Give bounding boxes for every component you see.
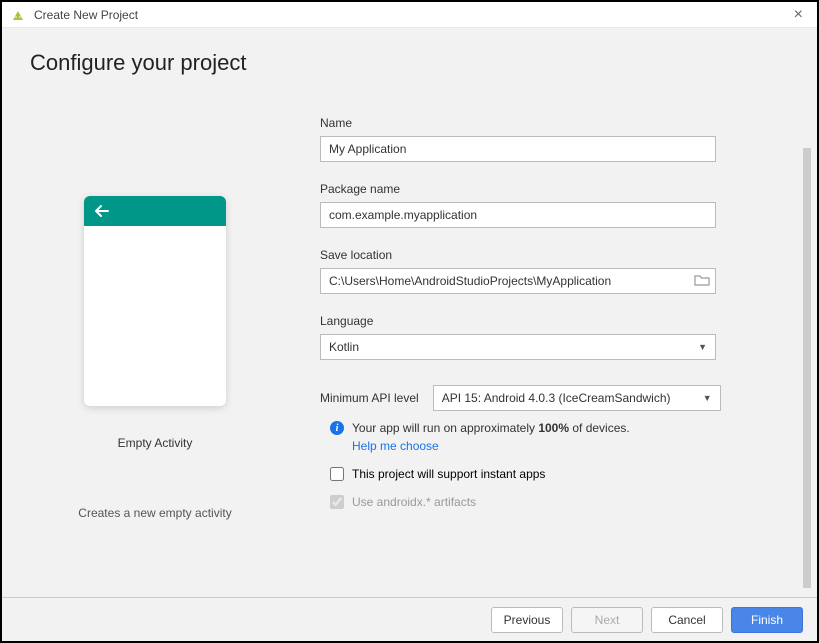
name-input[interactable] [320, 136, 716, 162]
androidx-checkbox [330, 495, 344, 509]
page-title: Configure your project [30, 50, 789, 76]
package-input[interactable] [320, 202, 716, 228]
scrollbar[interactable] [803, 148, 811, 588]
template-description: Creates a new empty activity [78, 506, 231, 520]
language-select[interactable]: Kotlin ▼ [320, 334, 716, 360]
package-label: Package name [320, 182, 759, 196]
template-preview [84, 196, 226, 406]
api-level-select[interactable]: API 15: Android 4.0.3 (IceCreamSandwich)… [433, 385, 721, 411]
info-icon: i [330, 421, 344, 435]
preview-appbar [84, 196, 226, 226]
next-button: Next [571, 607, 643, 633]
previous-button[interactable]: Previous [491, 607, 563, 633]
instant-apps-label[interactable]: This project will support instant apps [352, 467, 545, 481]
template-name: Empty Activity [118, 436, 193, 450]
chevron-down-icon: ▼ [698, 342, 707, 352]
finish-button[interactable]: Finish [731, 607, 803, 633]
window-title: Create New Project [34, 8, 138, 22]
language-label: Language [320, 314, 759, 328]
folder-icon[interactable] [694, 273, 710, 290]
android-icon [10, 9, 26, 21]
save-location-label: Save location [320, 248, 759, 262]
button-bar: Previous Next Cancel Finish [2, 597, 817, 641]
instant-apps-checkbox[interactable] [330, 467, 344, 481]
titlebar: Create New Project × [2, 2, 817, 28]
help-me-choose-link[interactable]: Help me choose [352, 439, 759, 453]
androidx-label: Use androidx.* artifacts [352, 495, 476, 509]
chevron-down-icon: ▼ [703, 393, 712, 403]
language-value: Kotlin [329, 340, 359, 354]
save-location-input[interactable] [320, 268, 716, 294]
api-level-value: API 15: Android 4.0.3 (IceCreamSandwich) [442, 391, 671, 405]
coverage-text: Your app will run on approximately 100% … [352, 421, 630, 435]
close-icon[interactable]: × [788, 6, 809, 24]
name-label: Name [320, 116, 759, 130]
cancel-button[interactable]: Cancel [651, 607, 723, 633]
api-level-label: Minimum API level [320, 391, 419, 405]
back-arrow-icon [94, 204, 110, 218]
